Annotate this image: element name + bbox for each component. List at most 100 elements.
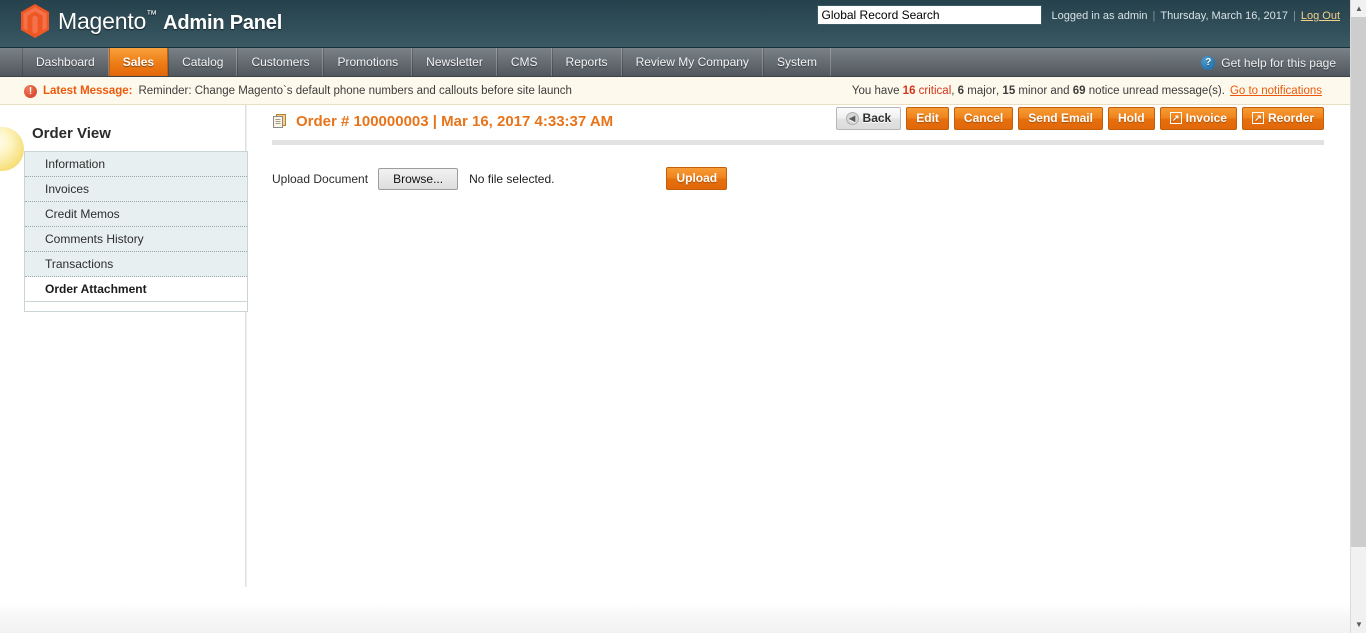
nav-item-sales[interactable]: Sales xyxy=(108,48,169,76)
sidebar-item-comments-history[interactable]: Comments History xyxy=(25,227,247,252)
nav-item-dashboard[interactable]: Dashboard xyxy=(22,48,109,76)
sidebar-title: Order View xyxy=(32,125,111,142)
unread-counts-group: You have 16 critical, 6 major, 15 minor … xyxy=(851,85,1322,97)
order-view-sidebar: Order View Information Invoices Credit M… xyxy=(24,125,248,312)
browse-file-button[interactable]: Browse... xyxy=(378,167,459,190)
scroll-down-arrow-icon[interactable]: ▼ xyxy=(1351,616,1366,633)
sidebar-item-order-attachment[interactable]: Order Attachment xyxy=(25,277,247,302)
back-button[interactable]: ◀ Back xyxy=(835,107,902,130)
counts-prefix: You have xyxy=(851,85,900,97)
magento-hexagon-icon xyxy=(21,4,49,38)
nav-label: Reports xyxy=(565,55,608,69)
major-count: 6 xyxy=(957,85,965,97)
popup-window-icon: ↗ xyxy=(1251,112,1264,124)
nav-label: Dashboard xyxy=(36,55,95,69)
sidebar-item-invoices[interactable]: Invoices xyxy=(25,177,247,202)
sidebar-bottom-panel xyxy=(24,302,248,312)
sidebar-item-label: Information xyxy=(45,157,106,171)
notice-word: notice unread message(s). xyxy=(1088,85,1225,97)
button-label: Edit xyxy=(916,111,939,125)
button-label: Hold xyxy=(1117,111,1145,125)
page-title-text: Order # 100000003 | Mar 16, 2017 4:33:37… xyxy=(296,112,614,130)
nav-label: Promotions xyxy=(337,55,399,69)
reorder-button[interactable]: ↗ Reorder xyxy=(1241,107,1324,130)
nav-item-promotions[interactable]: Promotions xyxy=(323,48,413,76)
notification-bar: ! Latest Message: Reminder: Change Magen… xyxy=(0,77,1350,105)
button-label: Send Email xyxy=(1028,111,1093,125)
sidebar-item-label: Transactions xyxy=(45,257,114,271)
edit-button[interactable]: Edit xyxy=(906,107,949,130)
logo-wordmark: Magento™ Admin Panel xyxy=(58,8,282,35)
and-word: and xyxy=(1050,85,1070,97)
scroll-up-arrow-icon[interactable]: ▲ xyxy=(1351,0,1366,17)
app-header: Magento™ Admin Panel Logged in as admin |… xyxy=(0,0,1350,48)
sidebar-item-transactions[interactable]: Transactions xyxy=(25,252,247,277)
latest-message-group: ! Latest Message: Reminder: Change Magen… xyxy=(24,77,572,105)
meta-separator-2: | xyxy=(1293,10,1296,22)
nav-item-customers[interactable]: Customers xyxy=(237,48,324,76)
nav-item-system[interactable]: System xyxy=(762,48,831,76)
selected-file-status: No file selected. xyxy=(469,171,555,186)
meta-separator-1: | xyxy=(1152,10,1156,22)
vertical-scrollbar[interactable]: ▲ ▼ xyxy=(1350,0,1366,633)
logo-brand-text: Magento xyxy=(58,7,147,34)
upload-button[interactable]: Upload xyxy=(666,167,728,190)
invoice-button[interactable]: ↗ Invoice xyxy=(1159,107,1237,130)
notice-count: 69 xyxy=(1072,85,1086,97)
get-help-label: Get help for this page xyxy=(1221,55,1336,70)
critical-count: 16 xyxy=(902,85,916,97)
main-panel: Order # 100000003 | Mar 16, 2017 4:33:37… xyxy=(272,105,1324,190)
nav-leading-spacer xyxy=(0,48,22,76)
logged-in-label: Logged in as admin xyxy=(1051,10,1148,22)
get-help-link[interactable]: ? Get help for this page xyxy=(1201,48,1336,77)
cancel-button[interactable]: Cancel xyxy=(953,107,1014,130)
content-area: Order View Information Invoices Credit M… xyxy=(0,105,1350,603)
question-mark-icon: ? xyxy=(1201,55,1216,70)
page-footer xyxy=(0,602,1350,633)
page-actions-toolbar: ◀ Back Edit Cancel Send Email Hold ↗ Inv… xyxy=(835,107,1324,130)
decorative-orb xyxy=(0,127,24,171)
nav-item-cms[interactable]: CMS xyxy=(496,48,552,76)
header-right-group: Logged in as admin | Thursday, March 16, 2… xyxy=(816,0,1340,48)
nav-item-reports[interactable]: Reports xyxy=(551,48,622,76)
browse-button-label: Browse... xyxy=(393,171,444,186)
button-label: Invoice xyxy=(1185,111,1227,125)
nav-label: Newsletter xyxy=(426,55,483,69)
go-to-notifications-link[interactable]: Go to notifications xyxy=(1230,85,1322,97)
logo-trademark: ™ xyxy=(146,8,157,21)
sidebar-item-label: Invoices xyxy=(45,182,90,196)
left-arrow-icon: ◀ xyxy=(845,111,859,125)
button-label: Cancel xyxy=(963,111,1004,125)
page-title: Order # 100000003 | Mar 16, 2017 4:33:37… xyxy=(272,113,613,130)
nav-item-review-my-company[interactable]: Review My Company xyxy=(621,48,763,76)
minor-count: 15 xyxy=(1002,85,1016,97)
global-search-input[interactable] xyxy=(816,5,1042,25)
critical-word: critical xyxy=(918,85,952,97)
main-navigation: Dashboard Sales Catalog Customers Promot… xyxy=(0,48,1350,77)
latest-message-text: Reminder: Change Magento`s default phone… xyxy=(138,85,572,97)
nav-label: Customers xyxy=(251,55,310,69)
magento-logo[interactable]: Magento™ Admin Panel xyxy=(20,4,282,38)
sidebar-item-information[interactable]: Information xyxy=(25,152,247,177)
logout-link[interactable]: Log Out xyxy=(1301,10,1340,22)
button-label: Back xyxy=(862,111,892,125)
hold-button[interactable]: Hold xyxy=(1107,107,1155,130)
nav-label: System xyxy=(776,55,817,69)
page-viewport: Magento™ Admin Panel Logged in as admin |… xyxy=(0,0,1350,633)
upload-document-row: Upload Document Browse... No file select… xyxy=(272,167,1324,190)
sidebar-item-label: Credit Memos xyxy=(45,207,120,221)
button-label: Reorder xyxy=(1267,111,1314,125)
alert-circle-icon: ! xyxy=(24,84,37,98)
upload-document-label: Upload Document xyxy=(272,171,369,186)
sidebar-item-credit-memos[interactable]: Credit Memos xyxy=(25,202,247,227)
nav-item-newsletter[interactable]: Newsletter xyxy=(412,48,497,76)
app-window: Magento™ Admin Panel Logged in as admin |… xyxy=(0,0,1366,633)
latest-message-label: Latest Message: xyxy=(43,85,133,97)
nav-item-catalog[interactable]: Catalog xyxy=(168,48,238,76)
nav-label: Review My Company xyxy=(635,55,749,69)
send-email-button[interactable]: Send Email xyxy=(1018,107,1103,130)
sidebar-menu: Information Invoices Credit Memos Commen… xyxy=(24,151,248,302)
scrollbar-thumb[interactable] xyxy=(1351,17,1366,547)
nav-label: CMS xyxy=(510,55,538,69)
sidebar-item-label: Order Attachment xyxy=(45,282,147,296)
